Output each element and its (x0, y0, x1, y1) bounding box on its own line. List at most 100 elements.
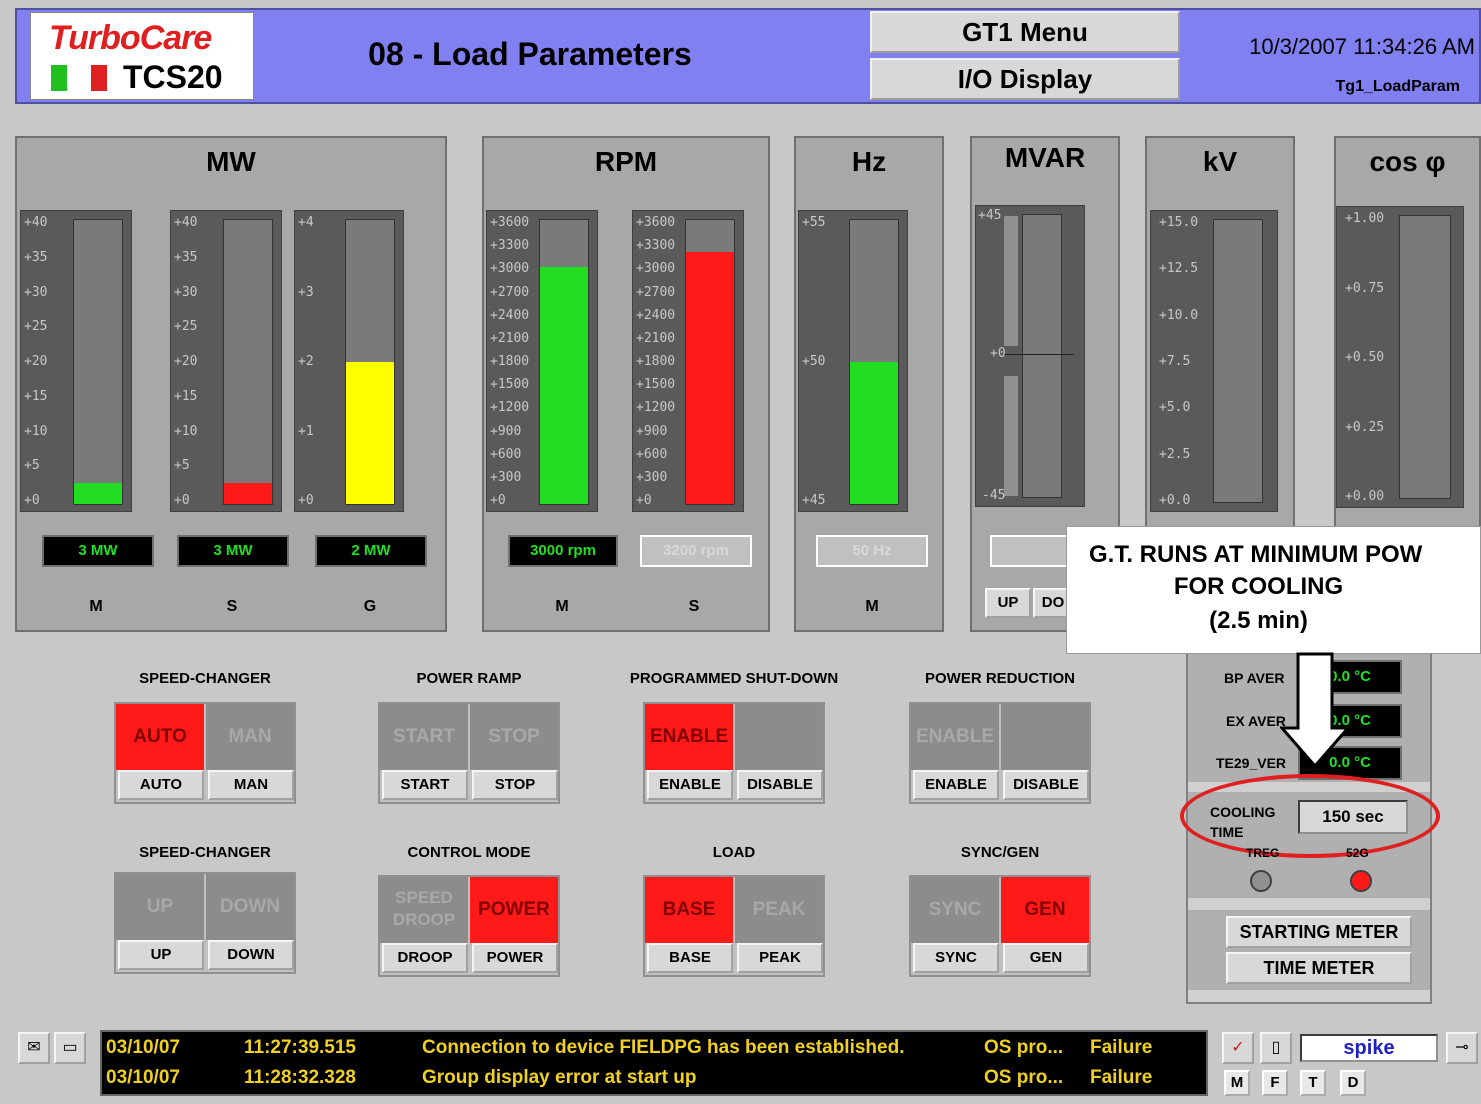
gauge-tick-label: +4 (298, 215, 314, 230)
footer-m-button[interactable]: M (1224, 1070, 1250, 1096)
sync-gen-state-0: SYNC (911, 877, 999, 943)
control-mode-droop-button[interactable]: DROOP (382, 943, 468, 973)
sync-gen-control-group: SYNC GEN SYNC GEN (909, 875, 1091, 977)
programmed-shut-down-enable-button[interactable]: ENABLE (647, 770, 733, 800)
gauge-tick-label: +25 (24, 319, 48, 335)
alarm-page-icon[interactable]: ▭ (54, 1032, 86, 1064)
rpm-title: RPM (594, 146, 658, 177)
alarm-message: Connection to device FIELDPG has been es… (422, 1037, 905, 1058)
time-meter-button[interactable]: TIME METER (1226, 952, 1412, 984)
footer-f-button[interactable]: F (1262, 1070, 1288, 1096)
mvar-up-button[interactable]: UP (985, 588, 1031, 618)
mvar-gauge: +45 +0 -45 (975, 205, 1085, 507)
starting-meter-button[interactable]: STARTING METER (1226, 916, 1412, 948)
control-mode-control-group: SPEED DROOP POWER DROOP POWER (378, 875, 560, 977)
power-ramp-state-1: STOP (470, 704, 558, 770)
load-peak-button[interactable]: PEAK (737, 943, 823, 973)
gauge-tick-label: +1.00 (1345, 211, 1385, 226)
gauge-tick-label: +0.00 (1345, 489, 1385, 504)
gauge-tick-label: +5 (174, 458, 190, 474)
gauge-fill (540, 267, 588, 504)
gauge-tick-label: +20 (24, 354, 48, 369)
datetime-display: 10/3/2007 11:34:26 AM (1249, 34, 1475, 59)
gauge-tick-label: +900 (490, 423, 522, 439)
key-icon[interactable]: ⊸ (1446, 1032, 1478, 1064)
power-reduction-enable-button[interactable]: ENABLE (913, 770, 999, 800)
bp-aver-label: BP AVER (1224, 670, 1285, 686)
gauge-tick-label: +5.0 (1159, 400, 1191, 416)
load-base-button[interactable]: BASE (647, 943, 733, 973)
gauge-tick-label: +0 (636, 493, 652, 508)
speed-changer-down-button[interactable]: DOWN (208, 940, 294, 970)
gen-52g-status-lamp (1350, 870, 1372, 892)
mw-g-gauge: +4 +3 +2 +1 +0 (294, 210, 404, 512)
alarm-source: OS pro... (984, 1037, 1064, 1058)
gauge-tick-label: +45 (802, 493, 826, 508)
control-mode-power-button[interactable]: POWER (472, 943, 558, 973)
footer-t-button[interactable]: T (1300, 1070, 1326, 1096)
cooling-annotation-callout: G.T. RUNS AT MINIMUM POW FOR COOLING (2.… (1066, 526, 1481, 654)
gt1-menu-button[interactable]: GT1 Menu (870, 11, 1180, 53)
ex-aver-label: EX AVER (1226, 713, 1286, 729)
logout-door-icon[interactable]: ▯ (1260, 1032, 1292, 1064)
programmed-shut-down-disable-button[interactable]: DISABLE (737, 770, 823, 800)
gauge-tick-label: +3000 (636, 261, 676, 277)
hz-m-readout: 50 Hz (816, 535, 928, 567)
alarm-row[interactable]: 03/10/07 11:27:39.515 Connection to devi… (102, 1034, 1206, 1062)
gauge-tick-label: +50 (802, 354, 826, 369)
gauge-tick-label: +20 (174, 354, 198, 369)
mw-m-label: M (89, 598, 103, 615)
hz-m-label: M (865, 598, 879, 615)
gauge-tick-label: +5 (24, 458, 40, 474)
alarm-list-icon[interactable]: ✉ (18, 1032, 50, 1064)
rpm-s-label: S (688, 598, 700, 615)
gauge-tick-label: +300 (636, 469, 668, 485)
gauge-tick-label: +1200 (636, 400, 676, 416)
speed-changer-man-button[interactable]: MAN (208, 770, 294, 800)
sync-gen-sync-button[interactable]: SYNC (913, 943, 999, 973)
gauge-tick-label: +0.50 (1345, 350, 1385, 365)
callout-arrow-icon (1280, 652, 1350, 769)
gauge-bar (539, 219, 589, 505)
gauge-tick-label: +40 (24, 215, 48, 230)
speed-changer-auto-button[interactable]: AUTO (118, 770, 204, 800)
power-ramp-stop-button[interactable]: STOP (472, 770, 558, 800)
speed-changer-state-0: UP (116, 874, 204, 940)
alarm-row[interactable]: 03/10/07 11:28:32.328 Group display erro… (102, 1064, 1206, 1092)
gauge-tick-label: +0.25 (1345, 419, 1385, 435)
power-ramp-start-button[interactable]: START (382, 770, 468, 800)
checklist-icon[interactable]: ✓ (1222, 1032, 1254, 1064)
gauge-tick-label: +35 (24, 249, 48, 265)
io-display-button[interactable]: I/O Display (870, 58, 1180, 100)
speed-changer-control-group: AUTO MAN AUTO MAN (114, 702, 296, 804)
mw-m-readout: 3 MW (42, 535, 154, 567)
gauge-tick-label: +2100 (490, 330, 530, 346)
sync-gen-gen-button[interactable]: GEN (1003, 943, 1089, 973)
mvar-tick: +0 (990, 346, 1006, 361)
gauge-tick-label: +12.5 (1159, 261, 1199, 277)
gauge-fill (850, 362, 898, 504)
speed-changer-control-group: UP DOWN UP DOWN (114, 872, 296, 974)
mw-s-gauge: +40 +35 +30 +25 +20 +15 +10 +5 +0 (170, 210, 282, 512)
model-name: TCS20 (123, 59, 223, 95)
power-ramp-state-0: START (380, 704, 468, 770)
speed-changer-up-button[interactable]: UP (118, 940, 204, 970)
rpm-m-label: M (555, 598, 569, 615)
speed-changer-group-title: SPEED-CHANGER (139, 844, 271, 861)
footer-d-button[interactable]: D (1340, 1070, 1366, 1096)
screen-id: Tg1_LoadParam (1335, 78, 1460, 95)
gauge-tick-label: +1500 (490, 377, 530, 393)
rpm-s-readout: 3200 rpm (640, 535, 752, 567)
power-reduction-disable-button[interactable]: DISABLE (1003, 770, 1089, 800)
power-reduction-state-0: ENABLE (911, 704, 999, 770)
current-user-field[interactable]: spike (1300, 1034, 1438, 1062)
mvar-upper-range (1004, 216, 1018, 346)
gauge-tick-label: +2100 (636, 330, 676, 346)
control-mode-state-0: SPEED DROOP (380, 877, 468, 943)
gauge-tick-label: +15 (24, 388, 48, 404)
gauge-tick-label: +1200 (490, 400, 530, 416)
load-control-group: BASE PEAK BASE PEAK (643, 875, 825, 977)
sync-gen-group-title: SYNC/GEN (960, 844, 1040, 861)
gauge-tick-label: +1 (298, 423, 314, 439)
mw-g-readout: 2 MW (315, 535, 427, 567)
